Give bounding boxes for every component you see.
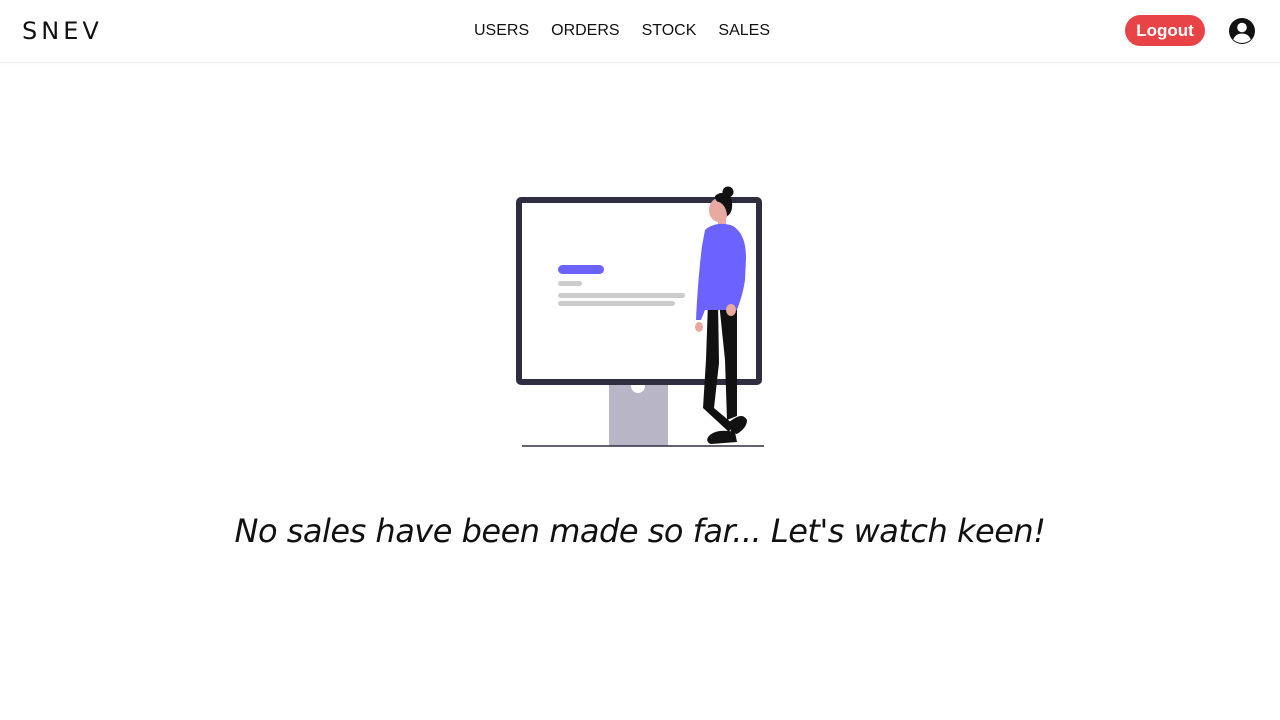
screen-line <box>558 301 675 306</box>
top-navbar: SNEV USERS ORDERS STOCK SALES Logout <box>0 0 1280 63</box>
nav-stock[interactable]: STOCK <box>642 20 697 42</box>
empty-state-illustration <box>516 186 764 447</box>
nav-sales[interactable]: SALES <box>718 20 770 42</box>
nav-users[interactable]: USERS <box>474 20 529 42</box>
screen-line <box>558 281 582 286</box>
brand-logo[interactable]: SNEV <box>22 15 103 47</box>
logout-button[interactable]: Logout <box>1125 15 1205 46</box>
main-nav: USERS ORDERS STOCK SALES <box>474 20 770 42</box>
screen-line <box>558 293 685 298</box>
monitor-stand <box>609 385 668 446</box>
nav-orders[interactable]: ORDERS <box>551 20 619 42</box>
user-circle-icon[interactable] <box>1228 17 1256 45</box>
empty-state-message: No sales have been made so far... Let's … <box>234 512 1046 550</box>
person-figure <box>695 186 747 444</box>
screen-title-bar <box>558 265 604 274</box>
